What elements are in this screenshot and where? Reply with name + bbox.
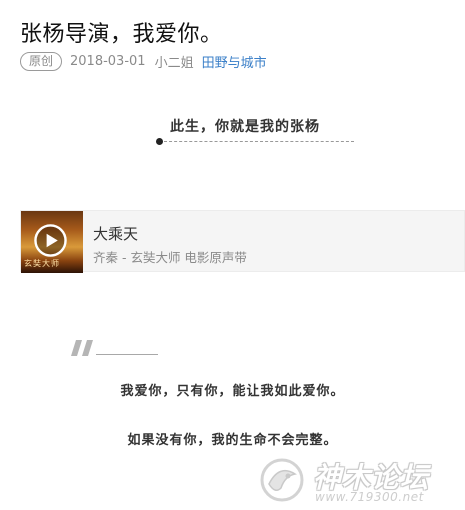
- banner-dashed-line: [164, 141, 354, 142]
- body-line-2: 如果没有你，我的生命不会完整。: [127, 433, 338, 448]
- quote-mark-icon: [71, 340, 93, 356]
- song-subtitle: 齐秦 - 玄奘大师 电影原声带: [93, 250, 247, 265]
- body-line-1: 我爱你，只有你，能让我如此爱你。: [120, 384, 345, 399]
- publish-date: 2018-03-01: [70, 53, 146, 69]
- album-cover-caption: 玄奘大师: [24, 259, 60, 268]
- author-name: 小二姐: [154, 55, 194, 71]
- quote-divider: [96, 354, 158, 355]
- watermark-url: www.719300.net: [315, 490, 424, 504]
- banner-text: 此生，你就是我的张杨: [170, 119, 320, 135]
- banner-dot: [156, 138, 163, 145]
- play-icon[interactable]: [34, 224, 67, 257]
- music-card[interactable]: 玄奘大师 大乘天 齐秦 - 玄奘大师 电影原声带: [20, 210, 465, 273]
- article-title: 张杨导演，我爱你。: [20, 22, 223, 47]
- account-link[interactable]: 田野与城市: [202, 52, 267, 71]
- song-title: 大乘天: [93, 225, 139, 243]
- forum-logo-icon: [260, 458, 304, 502]
- album-cover: 玄奘大师: [21, 211, 83, 273]
- site-watermark: 神木论坛 www.719300.net: [255, 454, 465, 510]
- section-banner: 此生，你就是我的张杨: [156, 114, 356, 150]
- original-badge: 原创: [20, 51, 63, 71]
- article-meta: 原创 2018-03-01 小二姐 田野与城市: [20, 51, 267, 71]
